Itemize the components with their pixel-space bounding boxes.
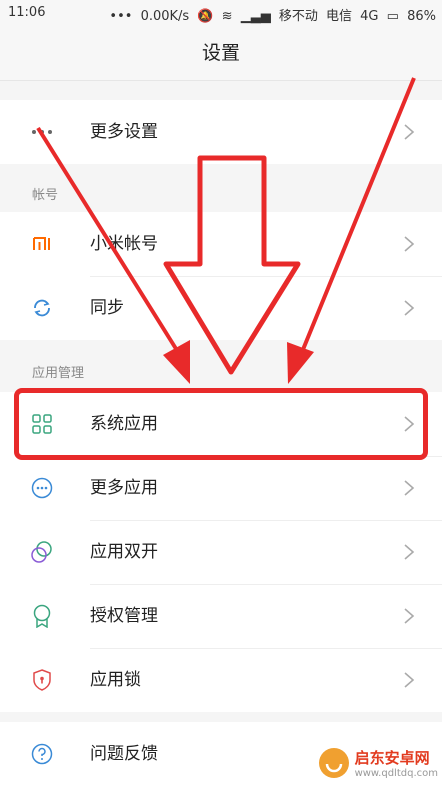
sync-icon bbox=[30, 296, 54, 320]
status-time: 11:06 bbox=[8, 5, 46, 20]
mute-icon: 🔕 bbox=[197, 9, 214, 24]
more-dots-status-icon: ••• bbox=[109, 9, 133, 24]
page-title: 设置 bbox=[0, 26, 442, 81]
status-right: ••• 0.00K/s 🔕 ≋ ▁▃▅ 移不动 电信 4G ▭ 86% bbox=[105, 5, 436, 24]
list-item-label: 更多应用 bbox=[90, 478, 158, 498]
section-account: 小米帐号 同步 bbox=[0, 212, 442, 340]
wifi-icon: ≋ bbox=[221, 9, 233, 24]
signal-icon-1: ▁▃▅ bbox=[240, 9, 271, 24]
list-item-more-apps[interactable]: 更多应用 bbox=[0, 456, 442, 520]
list-item-label: 问题反馈 bbox=[90, 744, 158, 764]
battery-icon: ▭ bbox=[386, 9, 399, 24]
badge-icon bbox=[30, 604, 54, 628]
list-item-permissions[interactable]: 授权管理 bbox=[0, 584, 442, 648]
network-speed: 0.00K/s bbox=[140, 9, 190, 24]
watermark-text: 启东安卓网 bbox=[354, 749, 430, 767]
section-header-app-management: 应用管理 bbox=[32, 366, 85, 381]
list-item-label: 应用锁 bbox=[90, 670, 141, 690]
list-item-label: 小米帐号 bbox=[90, 234, 158, 254]
section-more-settings: 更多设置 bbox=[0, 100, 442, 164]
list-item-sync[interactable]: 同步 bbox=[0, 276, 442, 340]
more-circle-icon bbox=[30, 476, 54, 500]
battery-level: 86% bbox=[407, 9, 436, 24]
carrier-1: 移不动 bbox=[278, 9, 318, 24]
chevron-right-icon bbox=[404, 124, 415, 140]
section-header-account: 帐号 bbox=[32, 188, 59, 203]
highlight-box bbox=[14, 388, 428, 460]
network-type: 4G bbox=[360, 9, 379, 24]
watermark-logo-icon bbox=[318, 748, 349, 778]
list-item-label: 应用双开 bbox=[90, 542, 158, 562]
list-item-app-lock[interactable]: 应用锁 bbox=[0, 648, 442, 712]
chevron-right-icon bbox=[404, 544, 415, 560]
chevron-right-icon bbox=[404, 672, 415, 688]
chevron-right-icon bbox=[404, 300, 415, 316]
shield-lock-icon bbox=[30, 668, 54, 692]
carrier-2: 电信 bbox=[326, 9, 353, 24]
chevron-right-icon bbox=[404, 236, 415, 252]
mi-logo-icon bbox=[30, 232, 54, 256]
list-item-more-settings[interactable]: 更多设置 bbox=[0, 100, 442, 164]
dual-circle-icon bbox=[30, 540, 54, 564]
list-item-label: 授权管理 bbox=[90, 606, 158, 626]
list-item-label: 同步 bbox=[90, 298, 124, 318]
status-bar: 11:06 ••• 0.00K/s 🔕 ≋ ▁▃▅ 移不动 电信 4G ▭ 86… bbox=[0, 0, 442, 26]
chevron-right-icon bbox=[404, 480, 415, 496]
chevron-right-icon bbox=[404, 608, 415, 624]
list-item-mi-account[interactable]: 小米帐号 bbox=[0, 212, 442, 276]
watermark: 启东安卓网 www.qdltdq.com bbox=[317, 746, 438, 780]
list-item-label: 更多设置 bbox=[90, 122, 158, 142]
watermark-url: www.qdltdq.com bbox=[354, 768, 438, 779]
more-dots-icon bbox=[30, 120, 54, 144]
help-circle-icon bbox=[30, 742, 54, 766]
list-item-dual-apps[interactable]: 应用双开 bbox=[0, 520, 442, 584]
